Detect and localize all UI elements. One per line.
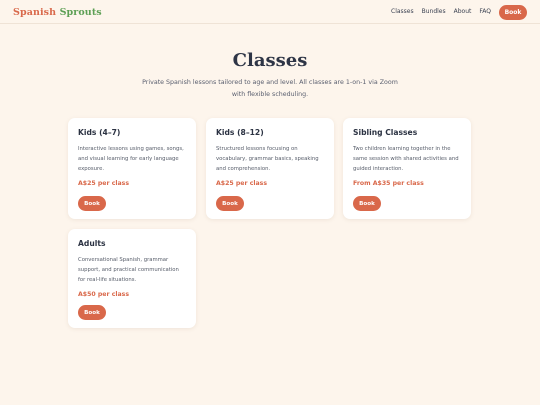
- nav-link-classes[interactable]: Classes: [391, 4, 414, 20]
- card-price: A$25 per class: [216, 180, 268, 187]
- logo-word-spanish: Spanish: [13, 7, 57, 18]
- card-price: A$50 per class: [78, 291, 130, 298]
- class-card-kids-4-7: Kids (4–7) Interactive lessons using gam…: [68, 118, 196, 219]
- book-button-kids-4-7[interactable]: Book: [78, 196, 106, 211]
- page-title: Classes: [232, 50, 308, 71]
- nav-link-bundles[interactable]: Bundles: [422, 4, 446, 20]
- site-header: Spanish Sprouts Classes Bundles About FA…: [0, 0, 540, 24]
- book-button-sibling[interactable]: Book: [353, 196, 381, 211]
- card-price: A$25 per class: [78, 180, 130, 187]
- book-button-adults[interactable]: Book: [78, 305, 106, 320]
- book-button-kids-8-12[interactable]: Book: [216, 196, 244, 211]
- card-description: Conversational Spanish, grammar support,…: [78, 257, 179, 283]
- header-book-button[interactable]: Book: [499, 4, 527, 20]
- card-description: Two children learning together in the sa…: [353, 146, 459, 172]
- card-title: Kids (8–12): [216, 128, 264, 137]
- card-price: From A$35 per class: [353, 180, 424, 187]
- page-subtitle: Private Spanish lessons tailored to age …: [142, 79, 398, 98]
- logo-word-sprouts: Sprouts: [59, 7, 102, 18]
- nav-link-faq[interactable]: FAQ: [479, 4, 491, 20]
- class-card-adults: Adults Conversational Spanish, grammar s…: [68, 229, 196, 328]
- card-description: Structured lessons focusing on vocabular…: [216, 146, 319, 172]
- card-title: Sibling Classes: [353, 128, 418, 137]
- card-description: Interactive lessons using games, songs, …: [78, 146, 184, 172]
- card-title: Adults: [78, 239, 106, 248]
- card-title: Kids (4–7): [78, 128, 121, 137]
- nav-link-about[interactable]: About: [454, 4, 472, 20]
- class-card-sibling: Sibling Classes Two children learning to…: [343, 118, 471, 219]
- main-nav: Classes Bundles About FAQ Book: [383, 4, 527, 20]
- site-logo[interactable]: Spanish Sprouts: [13, 7, 102, 18]
- class-card-kids-8-12: Kids (8–12) Structured lessons focusing …: [206, 118, 334, 219]
